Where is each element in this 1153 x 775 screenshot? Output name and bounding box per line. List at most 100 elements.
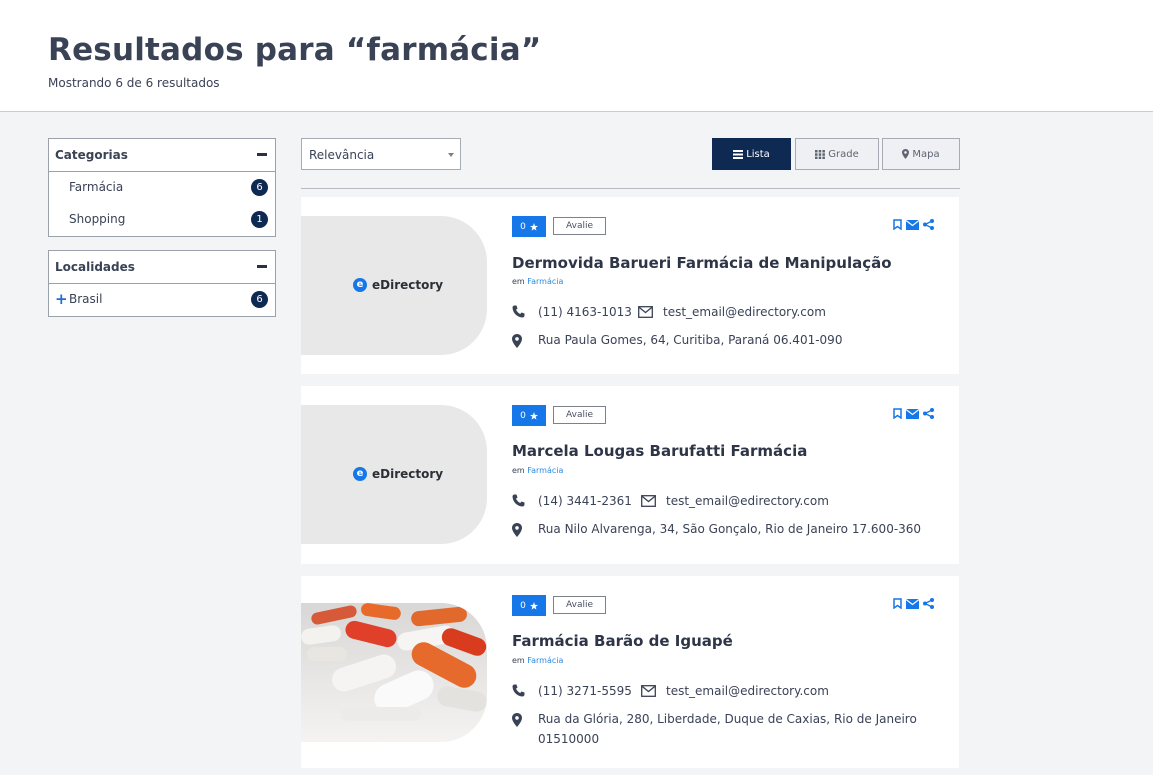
listing-actions	[893, 408, 934, 419]
listing-category: em Farmácia	[512, 656, 563, 665]
map-pin-icon	[512, 334, 522, 348]
envelope-icon[interactable]	[906, 408, 919, 419]
list-icon	[733, 149, 744, 159]
listing-phone[interactable]: (14) 3441-2361	[538, 494, 632, 508]
category-prefix: em	[512, 277, 525, 286]
count-badge: 6	[251, 179, 268, 196]
edirectory-logo-icon: e	[353, 278, 367, 292]
listing-actions	[893, 219, 934, 230]
rating-badge[interactable]: 0	[512, 405, 546, 426]
listing-title[interactable]: Dermovida Barueri Farmácia de Manipulaçã…	[512, 254, 892, 272]
mail-outline-icon	[638, 306, 653, 318]
bookmark-icon[interactable]	[893, 598, 902, 609]
category-prefix: em	[512, 656, 525, 665]
rating-value: 0	[520, 600, 526, 611]
category-prefix: em	[512, 466, 525, 475]
listing-card[interactable]: 0 Avalie Farmácia Barão de Iguapé em Far…	[301, 576, 959, 768]
listing-photo-pills[interactable]	[301, 603, 487, 742]
view-grid-button[interactable]: Grade	[795, 138, 879, 170]
rating-value: 0	[520, 410, 526, 421]
envelope-icon[interactable]	[906, 219, 919, 230]
edirectory-logo: e eDirectory	[353, 467, 443, 481]
listing-image-placeholder[interactable]: e eDirectory	[301, 216, 487, 355]
bookmark-icon[interactable]	[893, 408, 902, 419]
results-count: Mostrando 6 de 6 resultados	[48, 76, 220, 90]
listing-category: em Farmácia	[512, 466, 563, 475]
share-icon[interactable]	[923, 408, 934, 419]
rating-badge[interactable]: 0	[512, 216, 546, 237]
edirectory-logo-text: eDirectory	[372, 467, 444, 481]
share-icon[interactable]	[923, 219, 934, 230]
listing-address: Rua Nilo Alvarenga, 34, São Gonçalo, Rio…	[538, 522, 922, 536]
view-map-label: Mapa	[912, 148, 940, 160]
review-button[interactable]: Avalie	[553, 596, 606, 614]
map-pin-icon	[512, 523, 522, 537]
category-item-farmacia[interactable]: Farmácia 6	[49, 172, 275, 204]
listing-email[interactable]: test_email@edirectory.com	[663, 305, 826, 319]
categories-filter-title: Categorias	[55, 148, 128, 162]
sort-select[interactable]: Relevância	[301, 138, 461, 170]
listing-title[interactable]: Farmácia Barão de Iguapé	[512, 632, 733, 650]
listing-title[interactable]: Marcela Lougas Barufatti Farmácia	[512, 442, 807, 460]
review-button[interactable]: Avalie	[553, 406, 606, 424]
bookmark-icon[interactable]	[893, 219, 902, 230]
review-button[interactable]: Avalie	[553, 217, 606, 235]
category-item-shopping[interactable]: Shopping 1	[49, 204, 275, 236]
edirectory-logo: e eDirectory	[353, 278, 443, 292]
share-icon[interactable]	[923, 598, 934, 609]
toolbar-divider	[301, 188, 960, 189]
view-list-button[interactable]: Lista	[712, 138, 791, 170]
phone-icon	[512, 494, 525, 507]
view-map-button[interactable]: Mapa	[882, 138, 960, 170]
view-grid-label: Grade	[828, 148, 859, 160]
listing-phone[interactable]: (11) 3271-5595	[538, 684, 632, 698]
categories-filter-header[interactable]: Categorias	[49, 139, 275, 172]
pills-photo	[301, 603, 487, 742]
rating-value: 0	[520, 221, 526, 232]
listing-address: Rua Paula Gomes, 64, Curitiba, Paraná 06…	[538, 333, 843, 347]
listing-image-placeholder[interactable]: e eDirectory	[301, 405, 487, 544]
listing-phone[interactable]: (11) 4163-1013	[538, 305, 632, 319]
sort-select-value: Relevância	[309, 148, 375, 162]
edirectory-logo-text: eDirectory	[372, 278, 444, 292]
listing-actions	[893, 598, 934, 609]
mail-outline-icon	[641, 495, 656, 507]
category-item-label: Farmácia	[69, 180, 124, 194]
locations-filter-header[interactable]: Localidades	[49, 251, 275, 284]
map-marker-icon	[902, 149, 910, 159]
category-link[interactable]: Farmácia	[527, 656, 563, 665]
star-icon	[529, 411, 538, 420]
location-item-label: Brasil	[69, 292, 103, 306]
locations-filter-title: Localidades	[55, 260, 135, 274]
collapse-icon[interactable]	[257, 153, 267, 156]
chevron-down-icon	[448, 153, 454, 157]
listing-card[interactable]: e eDirectory 0 Avalie Dermovida Barueri …	[301, 197, 959, 374]
map-pin-icon	[512, 713, 522, 727]
locations-filter: Localidades + Brasil 6	[48, 250, 276, 317]
edirectory-logo-icon: e	[353, 467, 367, 481]
category-link[interactable]: Farmácia	[527, 277, 563, 286]
count-badge: 6	[251, 291, 268, 308]
mail-outline-icon	[641, 685, 656, 697]
phone-icon	[512, 305, 525, 318]
results-header: Resultados para “farmácia” Mostrando 6 d…	[0, 0, 1153, 112]
listing-card[interactable]: e eDirectory 0 Avalie Marcela Lougas Bar…	[301, 386, 959, 564]
rating-badge[interactable]: 0	[512, 595, 546, 616]
listing-address: Rua da Glória, 280, Liberdade, Duque de …	[538, 712, 917, 746]
star-icon	[529, 601, 538, 610]
categories-filter: Categorias Farmácia 6 Shopping 1	[48, 138, 276, 237]
page-title: Resultados para “farmácia”	[48, 32, 542, 68]
category-link[interactable]: Farmácia	[527, 466, 563, 475]
count-badge: 1	[251, 211, 268, 228]
listing-email[interactable]: test_email@edirectory.com	[666, 494, 829, 508]
grid-icon	[815, 149, 826, 159]
location-item-brasil[interactable]: + Brasil 6	[49, 284, 275, 316]
view-list-label: Lista	[746, 148, 770, 160]
phone-icon	[512, 684, 525, 697]
envelope-icon[interactable]	[906, 598, 919, 609]
listing-category: em Farmácia	[512, 277, 563, 286]
category-item-label: Shopping	[69, 212, 126, 226]
listing-email[interactable]: test_email@edirectory.com	[666, 684, 829, 698]
expand-plus-icon[interactable]: +	[55, 290, 68, 308]
collapse-icon[interactable]	[257, 265, 267, 268]
